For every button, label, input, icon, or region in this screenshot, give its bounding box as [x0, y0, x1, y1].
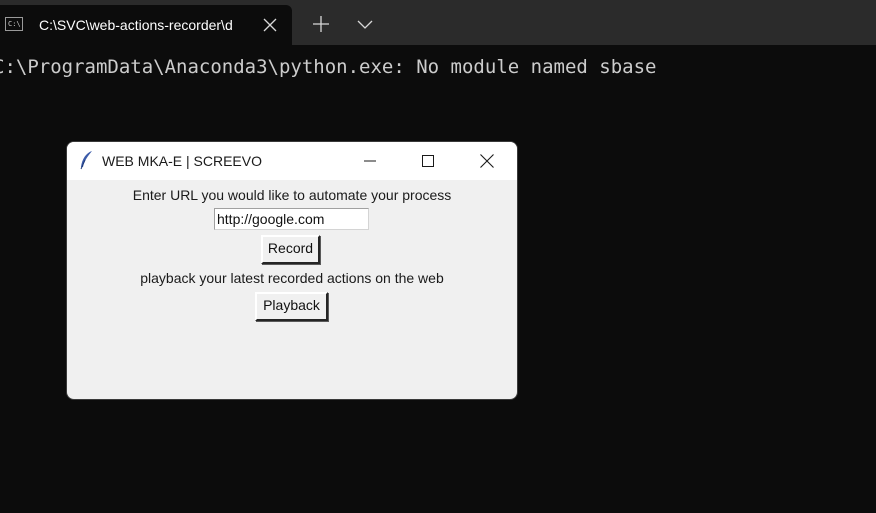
- window-body: Enter URL you would like to automate you…: [67, 180, 517, 399]
- close-icon[interactable]: [262, 17, 278, 33]
- maximize-button[interactable]: [399, 142, 457, 180]
- url-input[interactable]: [214, 208, 369, 230]
- playback-button[interactable]: Playback: [255, 292, 328, 321]
- chevron-down-icon[interactable]: [356, 18, 374, 30]
- tab-active[interactable]: C:\ C:\SVC\web-actions-recorder\d: [0, 5, 292, 45]
- tab-title: C:\SVC\web-actions-recorder\d: [39, 17, 233, 33]
- window-close-button[interactable]: [458, 142, 516, 180]
- feather-icon: [80, 151, 92, 170]
- close-icon: [480, 154, 494, 168]
- window-titlebar[interactable]: WEB MKA-E | SCREEVO: [67, 142, 517, 180]
- terminal-window: C:\ C:\SVC\web-actions-recorder\d C:\Pro…: [0, 0, 876, 513]
- console-output-line: C:\ProgramData\Anaconda3\python.exe: No …: [0, 56, 657, 78]
- tk-app-window: WEB MKA-E | SCREEVO Enter URL you would …: [67, 142, 517, 399]
- record-button[interactable]: Record: [261, 235, 320, 264]
- minimize-icon: [364, 160, 376, 162]
- tab-strip: C:\ C:\SVC\web-actions-recorder\d: [0, 0, 876, 45]
- maximize-icon: [422, 155, 434, 167]
- minimize-button[interactable]: [341, 142, 399, 180]
- console-icon: C:\: [5, 17, 23, 31]
- url-prompt-label: Enter URL you would like to automate you…: [132, 187, 452, 203]
- new-tab-plus-icon[interactable]: [312, 15, 330, 33]
- window-title: WEB MKA-E | SCREEVO: [102, 153, 262, 169]
- playback-prompt-label: playback your latest recorded actions on…: [140, 270, 444, 286]
